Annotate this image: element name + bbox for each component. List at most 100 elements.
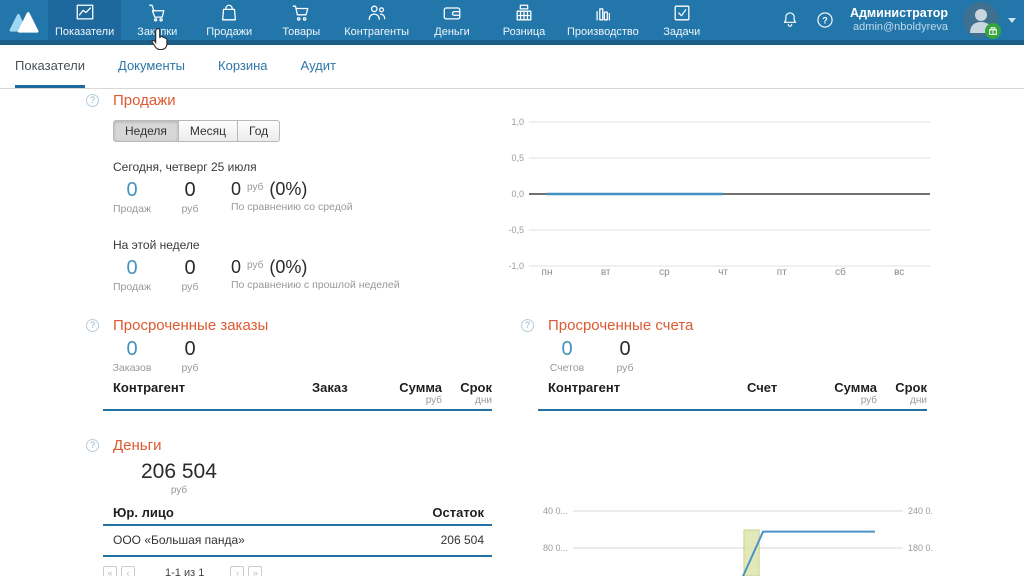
stat-sales-compare: 0 руб (0%) По сравнению с прошлой неделе…	[231, 257, 400, 291]
column-header: Контрагент	[103, 380, 312, 406]
user-email: admin@nboldyreva	[850, 21, 948, 34]
nav-item-indicators[interactable]: Показатели	[48, 0, 121, 40]
user-info[interactable]: Администратор admin@nboldyreva	[850, 6, 948, 34]
topnav-right: ? Администратор admin@nboldyreva	[780, 0, 1024, 40]
nav-item-goods[interactable]: Товары	[265, 0, 337, 40]
svg-text:пт: пт	[777, 267, 787, 278]
nav-item-label: Деньги	[434, 26, 470, 38]
svg-text:сб: сб	[835, 266, 846, 278]
sales-today-stats: 0 Продаж 0 руб 0 руб (0%) По сравнению с…	[103, 179, 486, 215]
money-help-icon[interactable]: ?	[86, 439, 99, 452]
stat-value: 0	[103, 338, 161, 361]
user-name: Администратор	[850, 6, 948, 21]
indicators-chart-icon	[74, 2, 96, 23]
top-navbar: Показатели Закупки Продажи Товары	[0, 0, 1024, 45]
money-section: ? Деньги 206 504 руб Юр. лицо Остаток ОО…	[86, 437, 492, 576]
entity-cell: ООО «Большая панда»	[103, 533, 392, 547]
notifications-bell-icon[interactable]	[780, 10, 800, 30]
stat-value: 0	[161, 338, 219, 361]
nav-item-retail[interactable]: Розница	[488, 0, 560, 40]
overdue-orders-stats: 0 Заказов 0 руб	[103, 338, 492, 374]
nav-item-production[interactable]: Производство	[560, 0, 646, 40]
nav-item-label: Задачи	[663, 26, 700, 38]
svg-text:ср: ср	[659, 267, 670, 278]
stat-sales-compare: 0 руб (0%) По сравнению со средой	[231, 179, 353, 213]
tab-label: Корзина	[218, 58, 268, 73]
stat-label: По сравнению с прошлой неделей	[231, 279, 400, 291]
app-window: Показатели Закупки Продажи Товары	[0, 0, 1024, 576]
prev-page-button[interactable]: ‹	[121, 566, 135, 576]
svg-text:1,0: 1,0	[511, 117, 524, 127]
svg-text:0,0: 0,0	[511, 189, 524, 199]
table-row[interactable]: ООО «Большая панда» 206 504	[103, 526, 492, 557]
overdue-orders-section: ? Просроченные заказы 0 Заказов 0 руб Ко…	[86, 317, 492, 411]
column-header: Заказ	[312, 380, 370, 406]
compare-unit: руб	[246, 260, 264, 271]
nav-item-money[interactable]: Деньги	[416, 0, 488, 40]
svg-text:0,5: 0,5	[511, 153, 524, 163]
column-header: Срокдни	[877, 380, 927, 406]
tab-label: Аудит	[301, 58, 336, 73]
column-header: Юр. лицо	[103, 505, 392, 520]
overdue-invoices-help-icon[interactable]: ?	[521, 319, 534, 332]
stat-label: Продаж	[103, 203, 161, 215]
balance-cell: 206 504	[392, 533, 492, 547]
stat-value: 0	[538, 338, 596, 361]
stat-label: руб	[596, 362, 654, 374]
tab-indicators[interactable]: Показатели	[15, 45, 85, 88]
svg-text:180 0...: 180 0...	[908, 543, 933, 553]
stat-label: руб	[161, 281, 219, 293]
nav-item-label: Показатели	[55, 26, 114, 38]
app-logo[interactable]	[0, 0, 48, 40]
stat-label: По сравнению со средой	[231, 201, 353, 213]
sales-help-icon[interactable]: ?	[86, 94, 99, 107]
period-week-button[interactable]: Неделя	[113, 120, 179, 142]
stat-value: 0	[103, 257, 161, 280]
goods-cart-icon	[290, 2, 312, 23]
nav-item-label: Розница	[503, 26, 546, 38]
nav-item-tasks[interactable]: Задачи	[646, 0, 718, 40]
avatar[interactable]	[963, 2, 999, 38]
pagination-label: 1-1 из 1	[165, 567, 204, 576]
section-tabs: Показатели Документы Корзина Аудит	[0, 45, 1024, 89]
moysklad-logo-icon	[7, 6, 41, 34]
period-year-button[interactable]: Год	[238, 120, 280, 142]
money-table: Юр. лицо Остаток ООО «Большая панда» 206…	[103, 505, 492, 557]
column-header: Контрагент	[538, 380, 747, 406]
stat-label: Продаж	[103, 281, 161, 293]
first-page-button[interactable]: «	[103, 566, 117, 576]
period-month-button[interactable]: Месяц	[179, 120, 238, 142]
stat-orders-amount: 0 руб	[161, 338, 219, 374]
sales-today-heading: Сегодня, четверг 25 июля	[113, 160, 486, 174]
nav-item-label: Производство	[567, 26, 639, 38]
compare-unit: руб	[246, 182, 264, 193]
sales-section: ? Продажи Неделя Месяц Год Сегодня, четв…	[86, 92, 486, 293]
chevron-down-icon[interactable]	[1008, 18, 1016, 23]
overdue-invoices-table: Контрагент Счет Суммаруб Срокдни	[538, 380, 927, 411]
nav-item-sales[interactable]: Продажи	[193, 0, 265, 40]
tab-label: Показатели	[15, 58, 85, 73]
money-balance-chart: 240 0...240 0...180 0...180 0...	[543, 495, 933, 576]
compare-value: 0	[231, 257, 241, 277]
next-page-button[interactable]: ›	[230, 566, 244, 576]
column-header: Суммаруб	[370, 380, 442, 406]
nav-item-counterparties[interactable]: Контрагенты	[337, 0, 416, 40]
nav-item-purchases[interactable]: Закупки	[121, 0, 193, 40]
overdue-orders-help-icon[interactable]: ?	[86, 319, 99, 332]
sales-week-chart: 1,00,50,0-0,5-1,0пнвтсрчтптсбвс	[505, 110, 930, 282]
stat-label: Счетов	[538, 362, 596, 374]
money-total-unit: руб	[141, 485, 217, 496]
last-page-button[interactable]: »	[248, 566, 262, 576]
tab-audit[interactable]: Аудит	[301, 45, 336, 88]
table-header: Контрагент Заказ Суммаруб Срокдни	[103, 380, 492, 411]
compare-percent: (0%)	[269, 179, 307, 199]
tasks-checkbox-icon	[671, 2, 693, 23]
tab-recycle-bin[interactable]: Корзина	[218, 45, 268, 88]
stat-invoices-amount: 0 руб	[596, 338, 654, 374]
main-nav: Показатели Закупки Продажи Товары	[48, 0, 718, 40]
tab-documents[interactable]: Документы	[118, 45, 185, 88]
svg-text:-1,0: -1,0	[508, 261, 524, 271]
svg-text:-0,5: -0,5	[508, 225, 524, 235]
help-circle-icon[interactable]: ?	[815, 10, 835, 30]
column-header: Срокдни	[442, 380, 492, 406]
